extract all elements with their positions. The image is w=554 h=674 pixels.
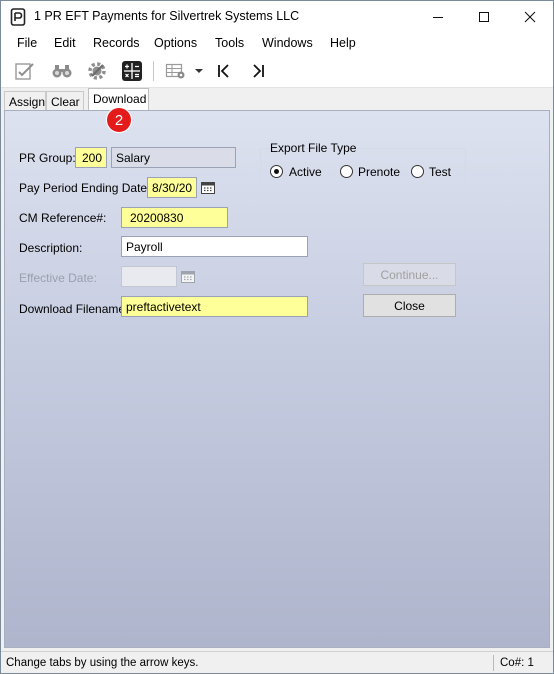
tab-clear[interactable]: Clear [46,91,84,110]
pr-group-name-display: Salary [111,147,236,168]
description-input[interactable]: Payroll [121,236,308,257]
radio-active-label[interactable]: Active [289,165,322,179]
pay-period-input[interactable]: 8/30/20 [147,177,197,198]
menu-tools[interactable]: Tools [215,36,244,50]
maximize-button[interactable] [461,1,507,32]
close-window-button[interactable] [507,1,553,32]
last-record-icon[interactable] [245,59,271,83]
description-label: Description: [19,241,83,255]
effective-date-calendar-icon [178,266,198,287]
app-logo-icon [10,8,26,26]
tab-assign[interactable]: Assign [4,91,46,110]
tab-strip: Assign Clear Download [1,88,553,110]
export-file-type-title: Export File Type [270,141,357,155]
status-message: Change tabs by using the arrow keys. [6,657,199,669]
radio-active[interactable] [270,165,283,178]
menu-help[interactable]: Help [330,36,356,50]
menu-file[interactable]: File [17,36,37,50]
radio-test[interactable] [411,165,424,178]
status-bar: Change tabs by using the arrow keys. Co#… [1,651,553,673]
pay-period-label: Pay Period Ending Date: [19,181,151,195]
menu-edit[interactable]: Edit [54,36,76,50]
continue-button[interactable]: Continue... [363,263,456,286]
window-title: 1 PR EFT Payments for Silvertrek Systems… [34,9,300,23]
radio-prenote[interactable] [340,165,353,178]
find-icon[interactable] [49,59,75,83]
calculator-icon[interactable] [119,59,145,83]
menu-records[interactable]: Records [93,36,140,50]
first-record-icon[interactable] [211,59,237,83]
grid-options-icon[interactable] [163,59,189,83]
menu-bar: File Edit Records Options Tools Windows … [1,32,553,55]
download-filename-input[interactable]: preftactivetext [121,296,308,317]
title-bar[interactable]: 1 PR EFT Payments for Silvertrek Systems… [1,1,553,32]
close-button[interactable]: Close [363,294,456,317]
pr-group-label: PR Group: [19,151,76,165]
app-window: 1 PR EFT Payments for Silvertrek Systems… [0,0,554,674]
effective-date-label: Effective Date: [19,271,97,285]
step-badge: 2 [106,107,132,133]
cm-reference-input[interactable]: 20200830 [121,207,228,228]
settings-icon[interactable] [84,59,110,83]
company-number: Co#: 1 [500,657,534,669]
download-filename-label: Download Filename: [19,302,129,316]
calendar-icon[interactable] [198,177,218,198]
cm-reference-label: CM Reference#: [19,211,107,225]
minimize-button[interactable] [415,1,461,32]
download-panel: PR Group: 200 Salary Pay Period Ending D… [4,110,550,648]
pr-group-input[interactable]: 200 [75,147,107,168]
dropdown-arrow-icon[interactable] [191,59,207,83]
menu-windows[interactable]: Windows [262,36,313,50]
status-divider [493,655,494,671]
effective-date-input [121,266,177,287]
menu-options[interactable]: Options [154,36,197,50]
radio-prenote-label[interactable]: Prenote [358,165,400,179]
toolbar-separator [153,61,154,81]
approve-icon[interactable] [12,59,38,83]
toolbar [1,55,553,88]
radio-test-label[interactable]: Test [429,165,451,179]
